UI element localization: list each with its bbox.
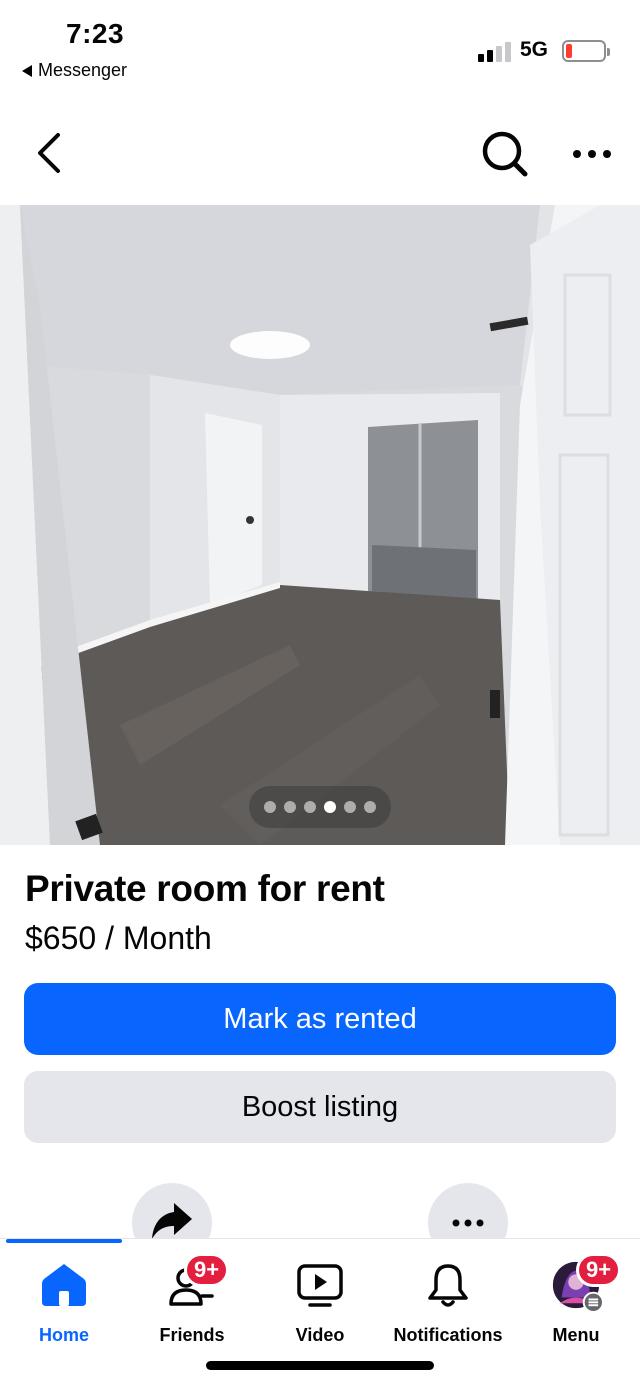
photo-dot[interactable] (304, 801, 316, 813)
listing-price: $650 / Month (25, 920, 212, 956)
photo-dot[interactable] (284, 801, 296, 813)
back-app-label: Messenger (38, 60, 128, 80)
tab-label: Home (38, 1325, 89, 1345)
tab-label: Menu (552, 1325, 600, 1345)
tab-label: Friends (159, 1325, 225, 1345)
tab-friends[interactable]: 9+ Friends (128, 1253, 256, 1359)
battery-icon (562, 40, 610, 62)
back-triangle-icon (22, 64, 32, 77)
home-indicator (206, 1361, 434, 1370)
active-tab-indicator (6, 1239, 122, 1243)
tab-label: Notifications (393, 1325, 503, 1345)
more-options-button[interactable] (566, 134, 618, 174)
boost-listing-button[interactable]: Boost listing (24, 1071, 616, 1143)
room-photo-image (0, 205, 640, 845)
friends-badge: 9+ (184, 1253, 230, 1287)
mark-as-rented-button[interactable]: Mark as rented (24, 983, 616, 1055)
signal-icon (478, 40, 512, 62)
home-icon (38, 1259, 90, 1311)
status-time: 7:23 (66, 18, 125, 49)
listing-title: Private room for rent (25, 868, 385, 909)
tab-video[interactable]: Video (256, 1259, 384, 1359)
network-label: 5G (520, 38, 549, 61)
video-icon (294, 1259, 346, 1311)
status-bar: 7:23 Messenger 5G (0, 0, 640, 100)
back-button[interactable] (24, 128, 74, 178)
listing-photo[interactable] (0, 205, 640, 845)
photo-dot[interactable] (264, 801, 276, 813)
tab-menu[interactable]: 9+ Menu (512, 1253, 640, 1359)
tab-label: Video (295, 1325, 345, 1345)
friends-icon: 9+ (166, 1253, 230, 1311)
chevron-left-icon (38, 133, 60, 173)
bottom-tab-bar: Home 9+ Friends Video Notifications 9+ M… (0, 1238, 640, 1386)
more-horizontal-icon (573, 150, 611, 158)
search-button[interactable] (478, 128, 532, 182)
share-icon (152, 1203, 192, 1239)
tab-notifications[interactable]: Notifications (384, 1259, 512, 1359)
tab-home[interactable]: Home (0, 1259, 128, 1359)
bell-icon (422, 1259, 474, 1311)
nav-bar (0, 110, 640, 200)
menu-badge: 9+ (576, 1253, 622, 1287)
photo-dot[interactable] (364, 801, 376, 813)
more-horizontal-icon (452, 1219, 484, 1227)
back-to-app-link[interactable]: Messenger (22, 60, 127, 81)
photo-page-indicator[interactable] (249, 786, 391, 828)
photo-dot[interactable] (324, 801, 336, 813)
photo-dot[interactable] (344, 801, 356, 813)
avatar: 9+ (550, 1253, 622, 1312)
search-icon (482, 131, 528, 177)
